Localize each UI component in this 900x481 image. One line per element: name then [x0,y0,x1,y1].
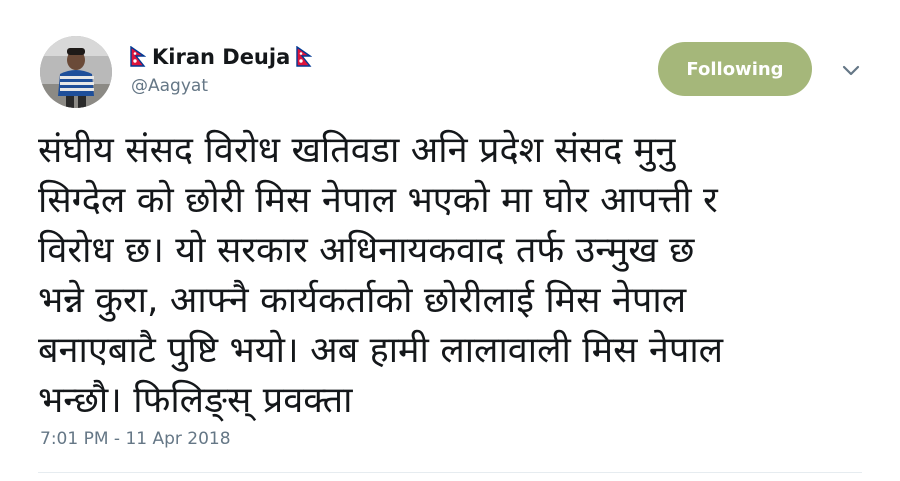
tweet-timestamp[interactable]: 7:01 PM - 11 Apr 2018 [40,429,231,449]
author-handle[interactable]: @Aagyat [131,76,208,96]
nepal-flag-icon [130,46,146,68]
tweet-text: संघीय संसद विरोध खतिवडा अनि प्रदेश संसद … [38,130,724,421]
chevron-down-icon [842,65,860,76]
author-display-name[interactable]: Kiran Deuja [152,45,290,69]
tweet-card: Kiran Deuja @Aagyat Following संघीय संसद… [0,0,900,481]
author-name-row[interactable]: Kiran Deuja [130,42,313,72]
tweet-menu-button[interactable] [838,58,864,84]
profile-photo [40,36,112,108]
divider [38,472,862,473]
following-button[interactable]: Following [658,42,812,96]
nepal-flag-icon [296,46,313,68]
avatar[interactable] [40,36,112,108]
